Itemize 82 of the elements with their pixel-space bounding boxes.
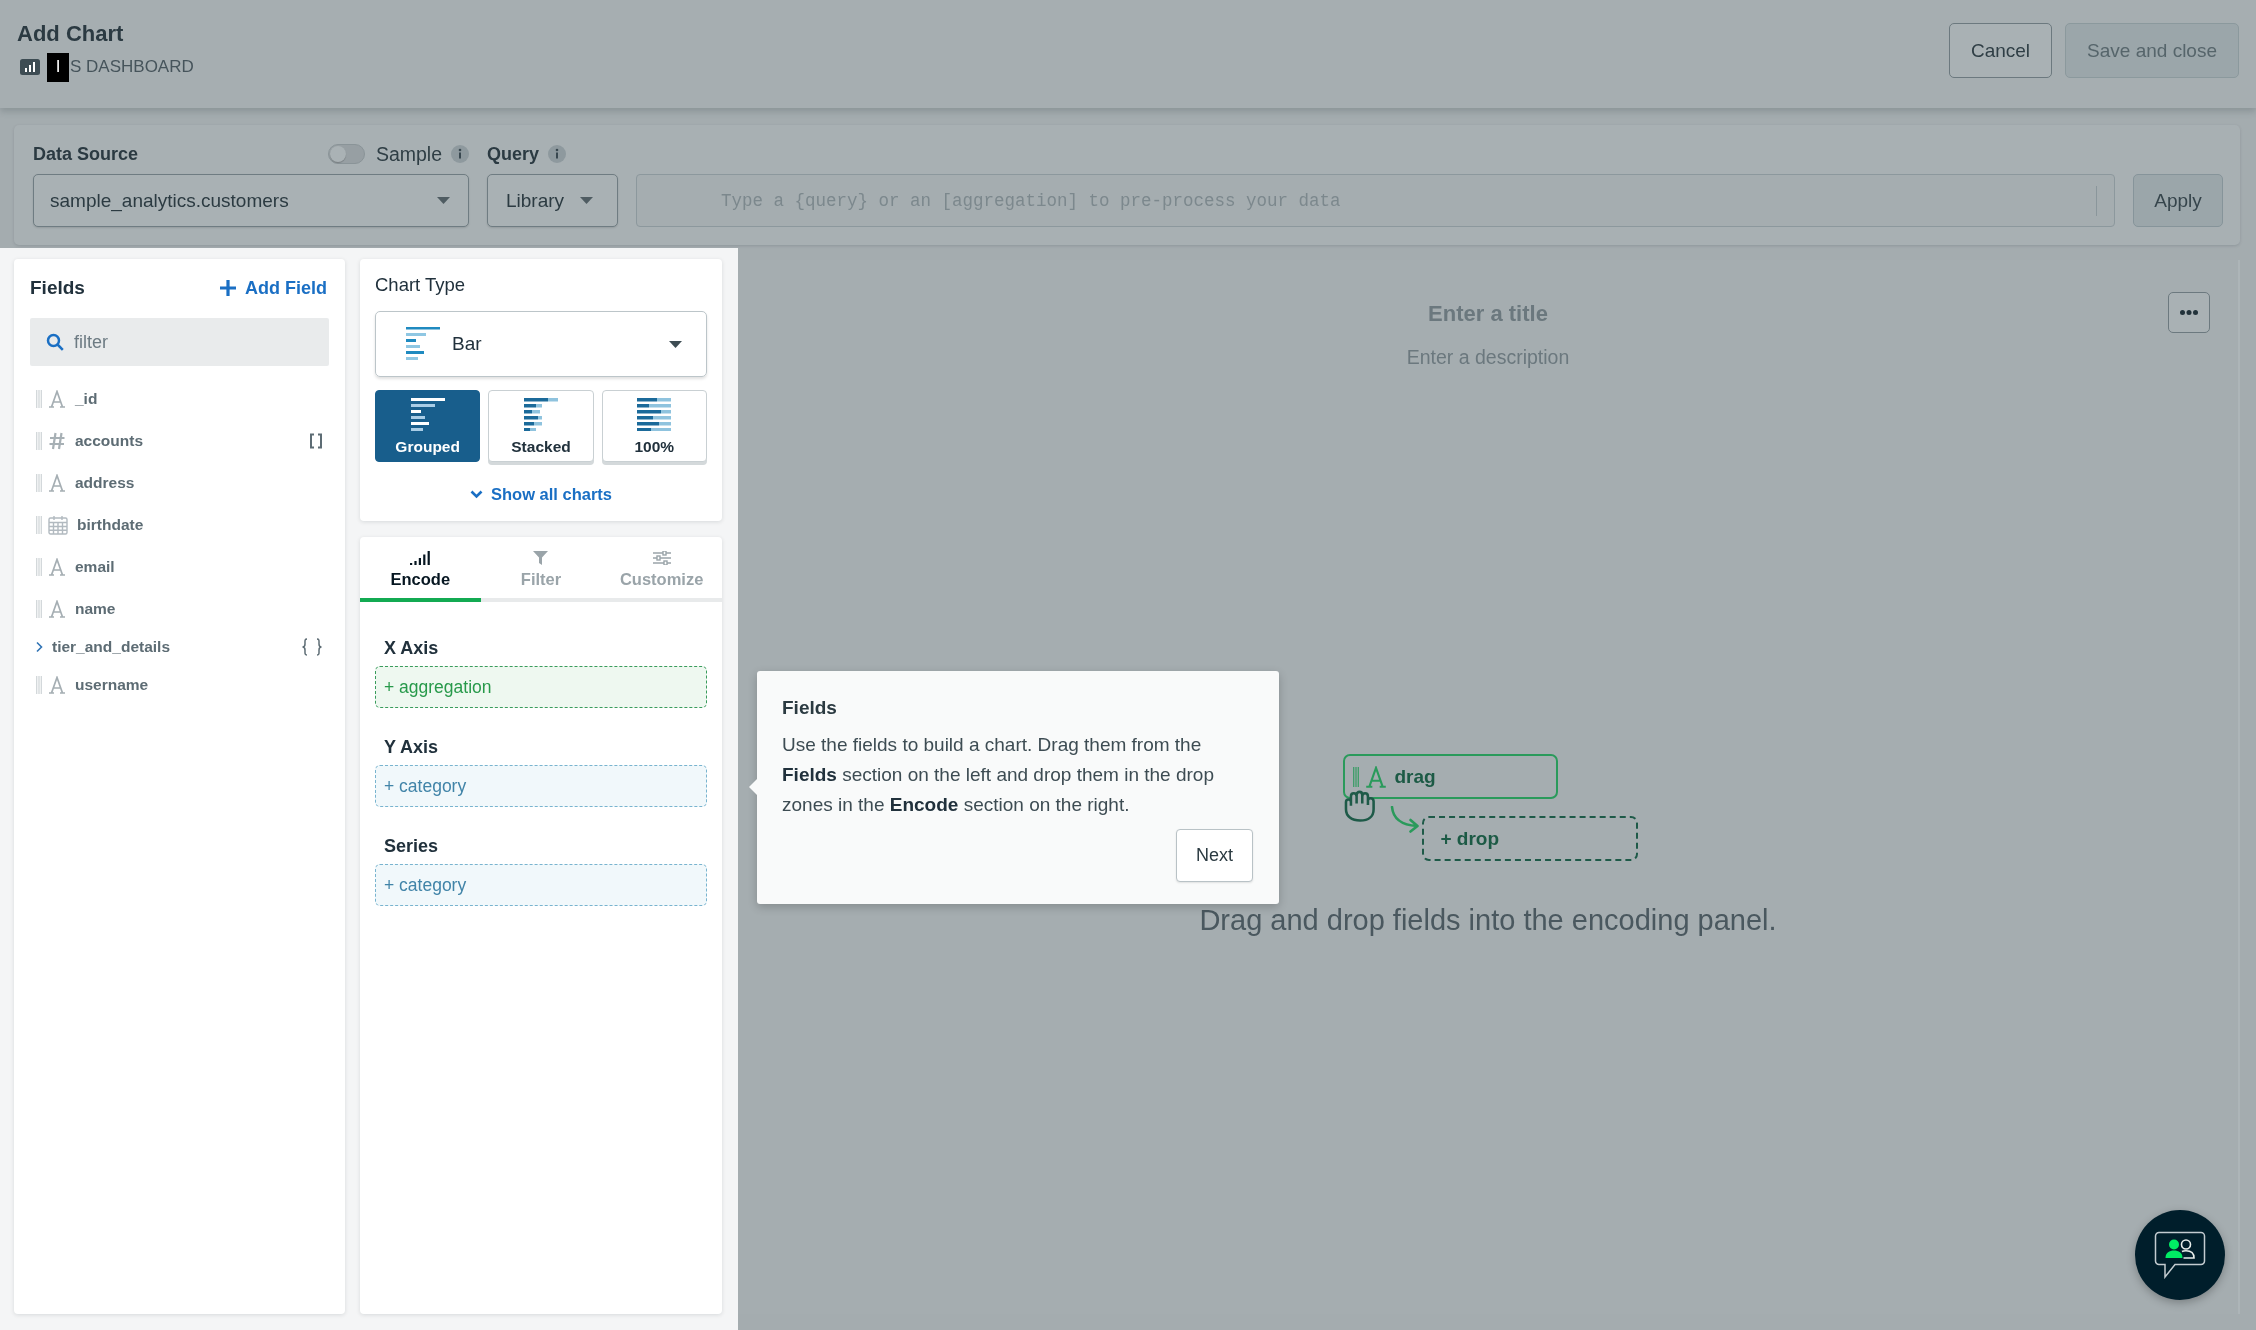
drag-handle-icon — [36, 516, 42, 534]
filter-icon — [533, 551, 549, 565]
bar-chart-icon — [20, 59, 40, 75]
drop-target: + drop — [1421, 816, 1638, 861]
field-name[interactable]: birthdate — [77, 516, 144, 534]
drag-handle-icon — [36, 390, 42, 408]
data-source-label: Data Source — [33, 143, 139, 165]
channel-label: Series — [383, 835, 440, 857]
sample-toggle[interactable] — [327, 144, 365, 164]
chip-label: drag — [1394, 765, 1436, 788]
tab[interactable]: Encode — [360, 537, 481, 602]
apply-button[interactable]: Apply — [2133, 174, 2223, 227]
show-all-charts-link[interactable]: Show all charts — [469, 483, 612, 505]
drop-zone[interactable]: + aggregation — [375, 666, 707, 708]
query-label: Query — [487, 143, 540, 165]
bar-chart-icon — [406, 327, 440, 361]
caret-icon — [669, 340, 682, 348]
page-title: Add Chart — [17, 20, 125, 48]
drag-handle-icon — [36, 432, 42, 450]
empty-chart-message: Drag and drop fields into the encoding panel. — [1199, 903, 1777, 938]
grab-hand-icon — [1342, 788, 1378, 822]
letter-a-icon — [48, 600, 66, 618]
query-mode-select[interactable]: Library — [487, 174, 618, 227]
more-button[interactable] — [2168, 292, 2210, 333]
grouped-bars-icon — [410, 398, 445, 431]
caret-icon — [580, 197, 593, 204]
tooltip-text: Use the fields to build a chart. Drag them from the Fields section on the left and drop them in the drop zones in the Encode section on the right. — [782, 733, 1215, 817]
panel-title: Chart Type — [375, 273, 467, 297]
chevron-down-icon — [469, 489, 483, 499]
letter-a-icon — [48, 676, 66, 694]
field-name[interactable]: username — [75, 676, 149, 694]
channel-label: X Axis — [383, 637, 440, 659]
field-name[interactable]: _id — [75, 390, 98, 408]
data-source-select[interactable]: sample_analytics.customers — [33, 174, 469, 227]
dashboard-name: S DASHBOARD — [70, 57, 194, 77]
info-icon — [451, 145, 469, 163]
signal-bars-icon — [410, 551, 431, 565]
letter-a-icon — [1364, 765, 1387, 788]
chart-type-select[interactable]: Bar — [375, 311, 707, 377]
channel-label: Y Axis — [383, 736, 440, 758]
tooltip-title: Fields — [782, 697, 838, 719]
braces-icon — [301, 638, 323, 656]
hash-icon — [48, 432, 66, 450]
letter-a-icon — [48, 558, 66, 576]
letter-a-icon — [48, 474, 66, 492]
drag-handle-icon — [36, 600, 42, 618]
more-icon — [2180, 310, 2198, 315]
field-name[interactable]: accounts — [75, 432, 144, 450]
drag-handle-icon — [1352, 766, 1359, 787]
chat-people-icon — [2154, 1231, 2206, 1279]
chart-subtype-button[interactable]: Stacked — [488, 390, 594, 462]
chart-subtype-button[interactable]: Grouped — [375, 390, 481, 462]
filter-field[interactable]: filter — [30, 318, 329, 366]
caret-icon — [437, 197, 450, 204]
title-field[interactable]: Enter a title — [1393, 300, 1583, 328]
redacted-text: I — [47, 52, 69, 82]
next-button[interactable]: Next — [1176, 829, 1253, 882]
full-stacked-bars-icon — [637, 398, 672, 431]
calendar-icon — [48, 515, 68, 535]
add-field-link[interactable]: Add Field — [220, 277, 327, 299]
sliders-icon — [652, 551, 671, 565]
field-name[interactable]: address — [75, 474, 135, 492]
chevron-right-icon — [35, 641, 43, 653]
drag-handle-icon — [36, 676, 42, 694]
drag-handle-icon — [36, 558, 42, 576]
info-icon — [548, 145, 567, 163]
description-field[interactable]: Enter a description — [1383, 345, 1593, 369]
field-name[interactable]: email — [75, 558, 115, 576]
drop-zone[interactable]: + category — [375, 765, 707, 807]
field-name[interactable]: name — [75, 600, 116, 618]
letter-a-icon — [48, 390, 66, 408]
search-icon — [46, 333, 64, 351]
drop-zone[interactable]: + category — [375, 864, 707, 906]
curved-arrow-icon — [1389, 806, 1420, 833]
chart-subtype-button[interactable]: 100% — [601, 390, 707, 462]
drag-handle-icon — [36, 474, 42, 492]
stacked-bars-icon — [524, 398, 558, 431]
header-button[interactable]: Cancel — [1948, 23, 2053, 78]
field-name[interactable]: tier_and_details — [52, 638, 171, 656]
sample-label: Sample — [375, 142, 442, 166]
panel-title: Fields — [30, 277, 85, 299]
plus-icon — [220, 280, 236, 296]
